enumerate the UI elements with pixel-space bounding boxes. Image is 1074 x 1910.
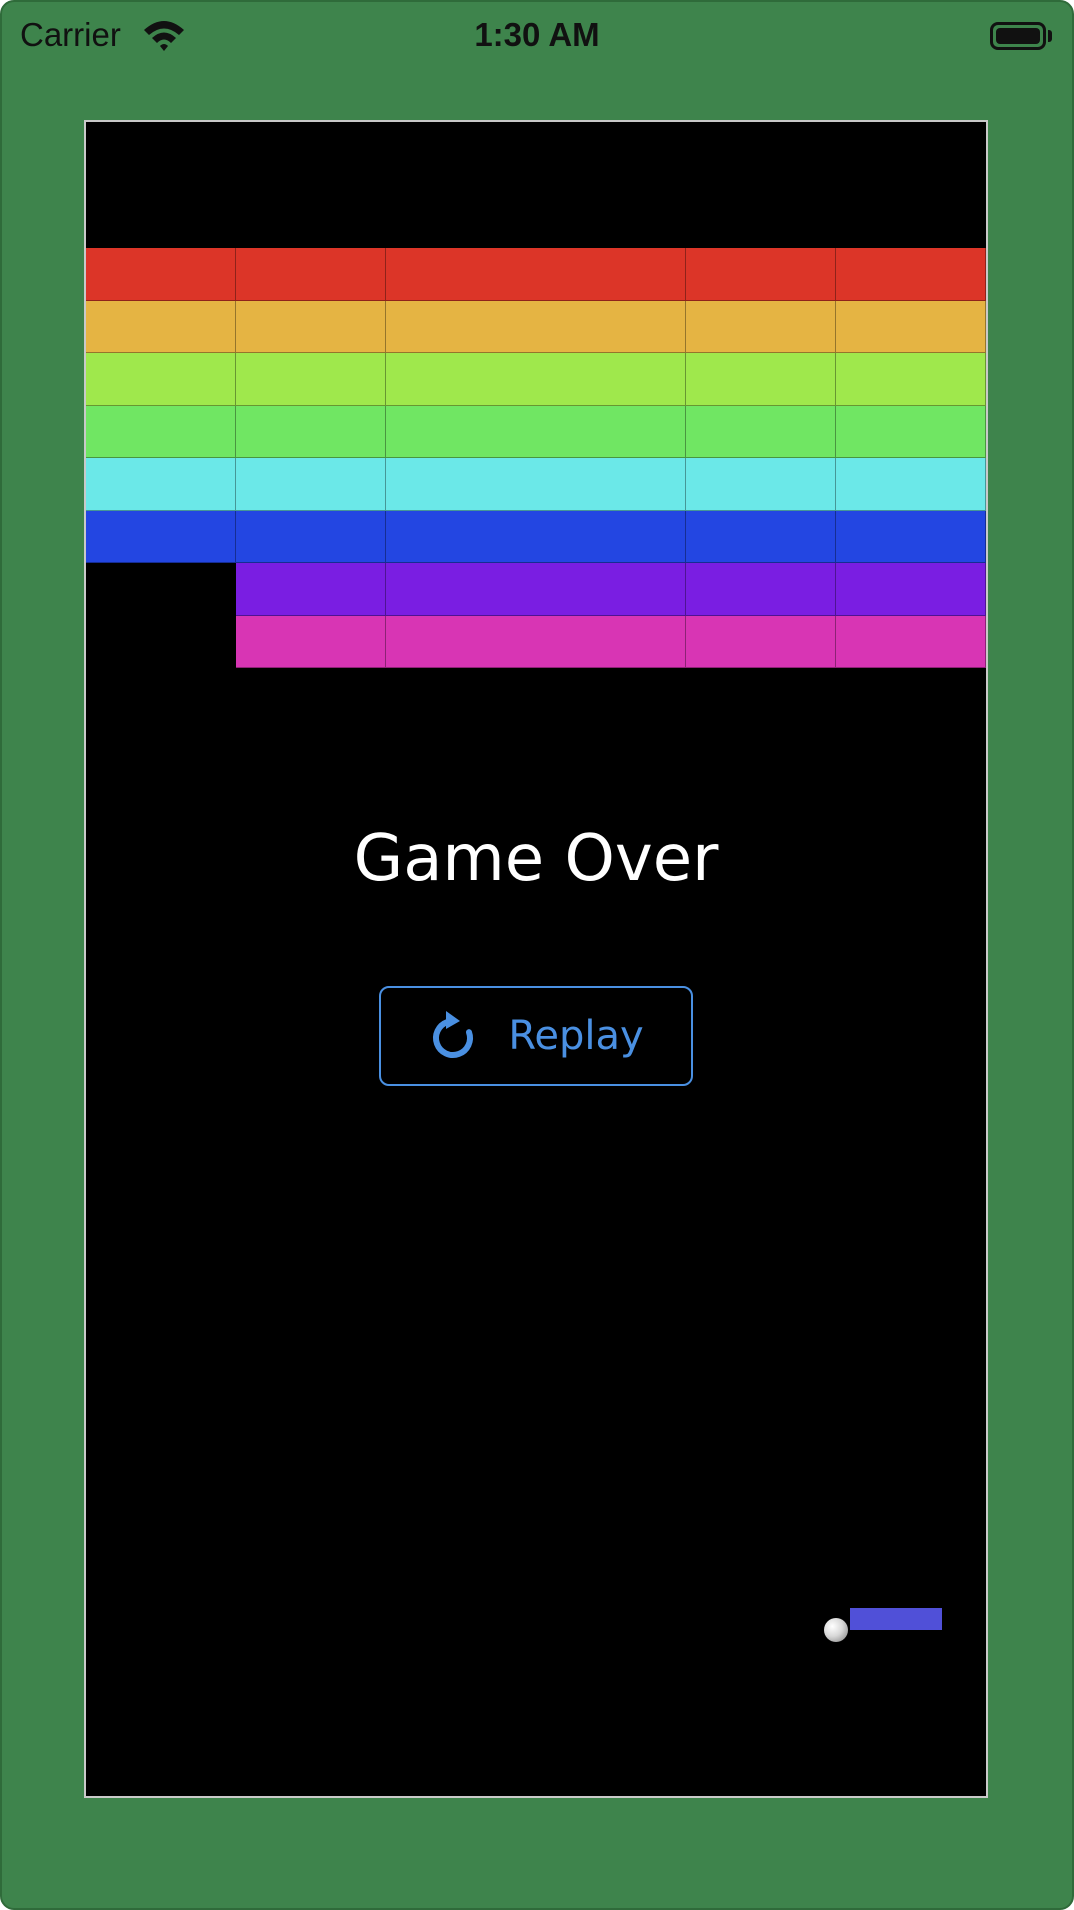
brick: [686, 563, 836, 616]
brick: [836, 458, 986, 511]
battery-fill: [996, 28, 1040, 44]
brick: [386, 353, 686, 406]
brick: [236, 458, 386, 511]
brick: [236, 563, 386, 616]
game-over-title: Game Over: [353, 822, 719, 896]
brick: [686, 248, 836, 301]
replay-button[interactable]: Replay: [379, 986, 693, 1086]
paddle[interactable]: [850, 1608, 942, 1630]
brick: [386, 510, 686, 563]
brick: [686, 510, 836, 563]
brick: [836, 300, 986, 353]
brick: [236, 300, 386, 353]
replay-label: Replay: [508, 1013, 644, 1059]
brick: [236, 405, 386, 458]
brick: [836, 353, 986, 406]
brick: [686, 615, 836, 668]
brick: [836, 510, 986, 563]
brick: [386, 563, 686, 616]
brick: [86, 405, 236, 458]
battery-cap: [1048, 30, 1052, 42]
brick: [86, 300, 236, 353]
brick: [836, 248, 986, 301]
brick: [686, 458, 836, 511]
brick: [236, 248, 386, 301]
brick: [386, 300, 686, 353]
brick: [686, 353, 836, 406]
brick: [686, 300, 836, 353]
brick: [236, 615, 386, 668]
brick: [686, 405, 836, 458]
device-frame: Carrier 1:30 AM Game Over Replay: [0, 0, 1074, 1910]
game-area[interactable]: Game Over Replay: [84, 120, 988, 1798]
brick: [236, 510, 386, 563]
brick: [86, 458, 236, 511]
brick: [836, 615, 986, 668]
brick: [386, 248, 686, 301]
battery-icon: [990, 22, 1046, 50]
brick: [86, 248, 236, 301]
brick: [386, 405, 686, 458]
brick: [86, 353, 236, 406]
brick: [386, 615, 686, 668]
ball: [824, 1618, 848, 1642]
brick: [86, 510, 236, 563]
brick: [386, 458, 686, 511]
status-bar: Carrier 1:30 AM: [2, 2, 1072, 72]
refresh-icon: [433, 1011, 474, 1058]
status-time: 1:30 AM: [474, 16, 600, 53]
brick: [236, 353, 386, 406]
brick: [836, 563, 986, 616]
brick: [836, 405, 986, 458]
